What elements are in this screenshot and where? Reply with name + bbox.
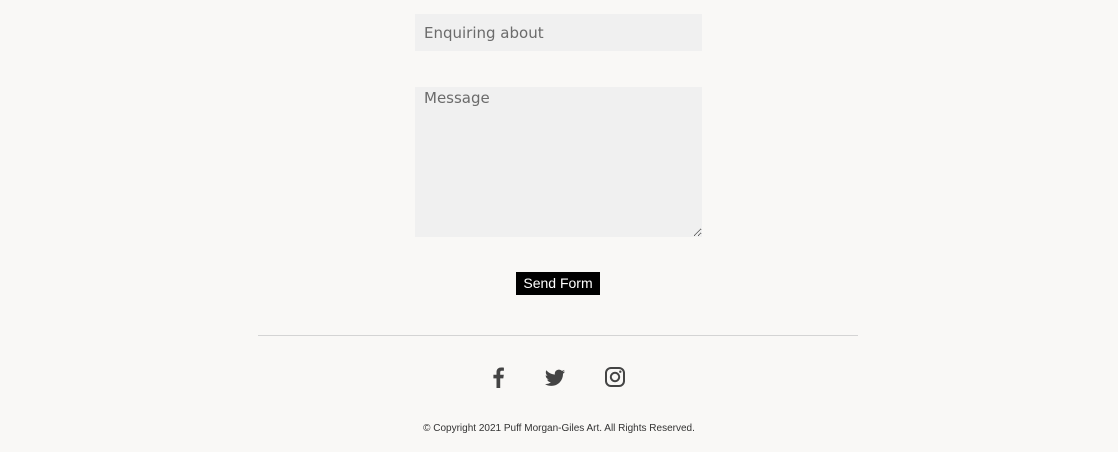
send-form-button[interactable]: Send Form [516,272,600,295]
twitter-icon [545,369,565,386]
facebook-link[interactable] [487,365,511,389]
facebook-icon [493,367,504,388]
copyright-text: © Copyright 2021 Puff Morgan-Giles Art. … [423,423,695,434]
footer-divider [258,335,858,336]
message-field[interactable] [415,87,702,237]
instagram-link[interactable] [603,365,627,389]
instagram-icon [605,367,625,387]
enquiring-about-field[interactable] [415,14,702,51]
twitter-link[interactable] [543,365,567,389]
